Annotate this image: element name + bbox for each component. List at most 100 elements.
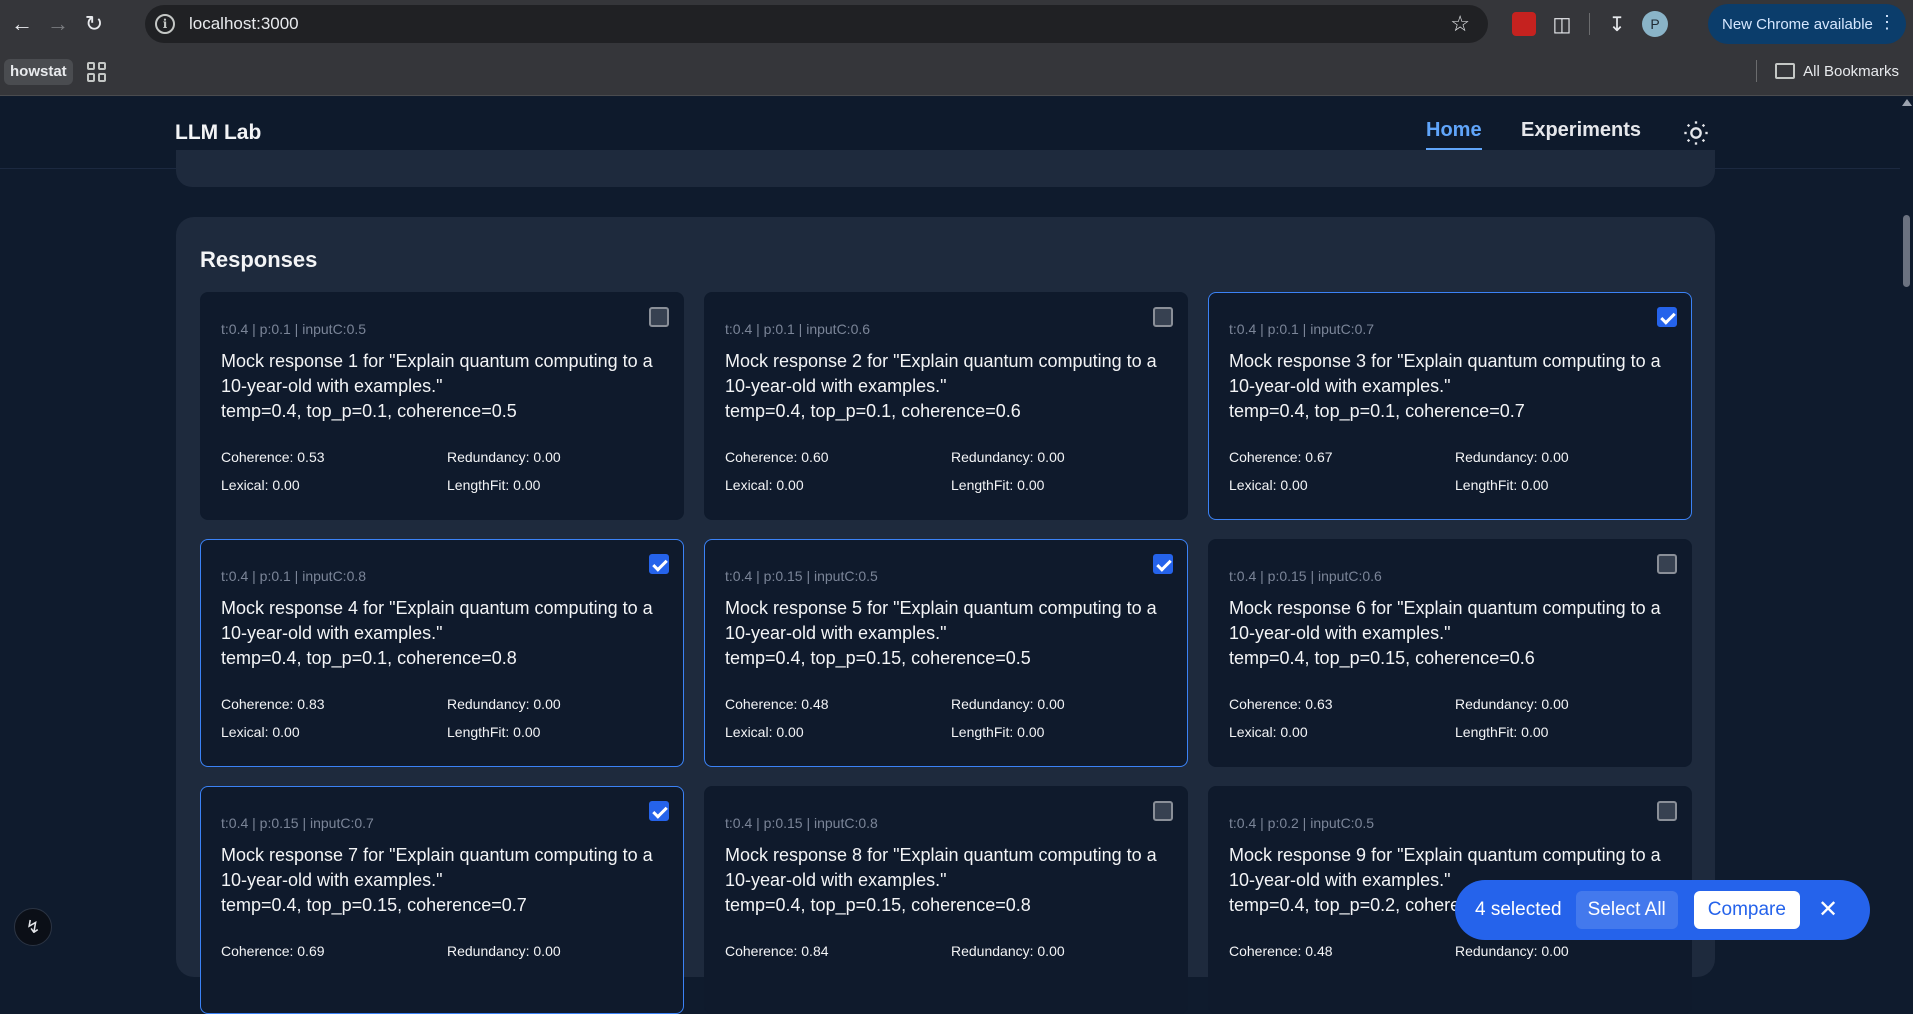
response-card[interactable]: t:0.4 | p:0.1 | inputC:0.5 Mock response … [200, 292, 684, 520]
response-line: Mock response 2 for "Explain quantum com… [725, 351, 1157, 396]
apps-grid-icon[interactable] [86, 61, 107, 82]
all-bookmarks-button[interactable]: All Bookmarks [1756, 60, 1899, 82]
metric-redundancy: Redundancy: 0.00 [447, 943, 561, 959]
response-settings: temp=0.4, top_p=0.15, coherence=0.8 [725, 895, 1031, 915]
response-metrics: Coherence: 0.69 Redundancy: 0.00 [221, 943, 661, 971]
metric-lexical: Lexical: 0.00 [725, 724, 804, 740]
forward-icon[interactable]: → [40, 6, 76, 42]
response-text: Mock response 7 for "Explain quantum com… [221, 843, 671, 918]
response-params: t:0.4 | p:0.1 | inputC:0.8 [221, 568, 367, 584]
metric-coherence: Coherence: 0.84 [725, 943, 829, 959]
response-card[interactable]: t:0.4 | p:0.15 | inputC:0.7 Mock response… [200, 786, 684, 1014]
metric-redundancy: Redundancy: 0.00 [951, 449, 1065, 465]
reload-icon[interactable]: ↻ [76, 6, 112, 42]
kebab-menu-icon[interactable]: ⋮ [1878, 12, 1896, 33]
dev-tools-bolt-icon[interactable]: ↯ [14, 908, 52, 946]
chrome-update-label: New Chrome available [1722, 15, 1873, 33]
response-settings: temp=0.4, top_p=0.15, coherence=0.7 [221, 895, 527, 915]
response-text: Mock response 2 for "Explain quantum com… [725, 349, 1175, 424]
response-checkbox[interactable] [1657, 554, 1677, 574]
nav-home[interactable]: Home [1426, 119, 1482, 150]
url-text[interactable]: localhost:3000 [189, 14, 299, 34]
response-text: Mock response 6 for "Explain quantum com… [1229, 596, 1679, 671]
nav-experiments[interactable]: Experiments [1521, 119, 1641, 142]
response-checkbox[interactable] [1657, 307, 1677, 327]
metric-redundancy: Redundancy: 0.00 [447, 449, 561, 465]
brand-logo[interactable]: LLM Lab [175, 121, 261, 145]
extensions-puzzle-icon[interactable]: ◫ [1543, 5, 1581, 43]
response-line: Mock response 3 for "Explain quantum com… [1229, 351, 1661, 396]
response-metrics: Coherence: 0.63 Redundancy: 0.00 Lexical: … [1229, 696, 1669, 740]
metric-lexical: Lexical: 0.00 [1229, 477, 1308, 493]
response-metrics: Coherence: 0.83 Redundancy: 0.00 Lexical: … [221, 696, 661, 740]
response-text: Mock response 8 for "Explain quantum com… [725, 843, 1175, 918]
bookmarks-divider [1756, 60, 1758, 82]
response-card[interactable]: t:0.4 | p:0.1 | inputC:0.7 Mock response … [1208, 292, 1692, 520]
selection-toolbar: 4 selected Select All Compare ✕ [1455, 880, 1870, 940]
response-checkbox[interactable] [649, 801, 669, 821]
back-icon[interactable]: ← [4, 6, 40, 42]
response-line: Mock response 4 for "Explain quantum com… [221, 598, 653, 643]
response-checkbox[interactable] [1153, 801, 1173, 821]
response-settings: temp=0.4, top_p=0.15, coherence=0.5 [725, 648, 1031, 668]
response-metrics: Coherence: 0.53 Redundancy: 0.00 Lexical: … [221, 449, 661, 493]
scroll-thumb[interactable] [1903, 215, 1910, 287]
address-bar[interactable]: i localhost:3000 ☆ [145, 5, 1488, 43]
responses-panel: Responses t:0.4 | p:0.1 | inputC:0.5 Mock… [176, 217, 1715, 1014]
bookmark-star-icon[interactable]: ☆ [1450, 11, 1470, 37]
metric-coherence: Coherence: 0.63 [1229, 696, 1333, 712]
page-scrollbar[interactable] [1900, 97, 1913, 959]
response-metrics: Coherence: 0.48 Redundancy: 0.00 [1229, 943, 1669, 971]
response-checkbox[interactable] [1153, 307, 1173, 327]
select-all-button[interactable]: Select All [1575, 891, 1678, 929]
response-params: t:0.4 | p:0.15 | inputC:0.5 [725, 568, 878, 584]
close-icon[interactable]: ✕ [1818, 898, 1838, 922]
metric-redundancy: Redundancy: 0.00 [951, 943, 1065, 959]
download-icon[interactable]: ↧ [1598, 5, 1636, 43]
response-card[interactable]: t:0.4 | p:0.15 | inputC:0.6 Mock response… [1208, 539, 1692, 767]
metric-redundancy: Redundancy: 0.00 [1455, 696, 1569, 712]
response-card[interactable]: t:0.4 | p:0.15 | inputC:0.8 Mock response… [704, 786, 1188, 1014]
response-card[interactable]: t:0.4 | p:0.15 | inputC:0.5 Mock response… [704, 539, 1188, 767]
toolbar-divider [1589, 13, 1590, 35]
selected-count: 4 selected [1475, 899, 1562, 920]
response-text: Mock response 1 for "Explain quantum com… [221, 349, 671, 424]
scroll-up-icon[interactable] [1902, 99, 1912, 106]
response-settings: temp=0.4, top_p=0.15, coherence=0.6 [1229, 648, 1535, 668]
response-params: t:0.4 | p:0.1 | inputC:0.5 [221, 321, 367, 337]
profile-avatar[interactable]: P [1642, 11, 1668, 37]
response-checkbox[interactable] [1657, 801, 1677, 821]
chrome-update-button[interactable]: New Chrome available ⋮ [1708, 4, 1906, 44]
metric-lexical: Lexical: 0.00 [221, 724, 300, 740]
response-card[interactable]: t:0.4 | p:0.1 | inputC:0.8 Mock response … [200, 539, 684, 767]
response-text: Mock response 4 for "Explain quantum com… [221, 596, 671, 671]
response-line: Mock response 5 for "Explain quantum com… [725, 598, 1157, 643]
all-bookmarks-label: All Bookmarks [1803, 62, 1899, 80]
bookmark-howstat[interactable]: howstat [4, 58, 73, 85]
response-params: t:0.4 | p:0.1 | inputC:0.6 [725, 321, 871, 337]
response-params: t:0.4 | p:0.15 | inputC:0.8 [725, 815, 878, 831]
metric-lexical: Lexical: 0.00 [725, 477, 804, 493]
response-params: t:0.4 | p:0.1 | inputC:0.7 [1229, 321, 1375, 337]
response-line: Mock response 6 for "Explain quantum com… [1229, 598, 1661, 643]
response-params: t:0.4 | p:0.15 | inputC:0.7 [221, 815, 374, 831]
response-checkbox[interactable] [1153, 554, 1173, 574]
metric-lengthfit: LengthFit: 0.00 [447, 724, 541, 740]
theme-toggle-sun-icon[interactable] [1682, 119, 1710, 147]
metric-redundancy: Redundancy: 0.00 [447, 696, 561, 712]
response-checkbox[interactable] [649, 307, 669, 327]
metric-coherence: Coherence: 0.53 [221, 449, 325, 465]
response-params: t:0.4 | p:0.15 | inputC:0.6 [1229, 568, 1382, 584]
extension-red-icon[interactable] [1505, 5, 1543, 43]
site-info-icon[interactable]: i [155, 14, 175, 34]
compare-button[interactable]: Compare [1693, 891, 1800, 929]
response-card[interactable]: t:0.4 | p:0.1 | inputC:0.6 Mock response … [704, 292, 1188, 520]
metric-coherence: Coherence: 0.48 [1229, 943, 1333, 959]
response-params: t:0.4 | p:0.2 | inputC:0.5 [1229, 815, 1375, 831]
metric-lengthfit: LengthFit: 0.00 [447, 477, 541, 493]
browser-toolbar: ← → ↻ i localhost:3000 ☆ ◫ ↧ P New Chrom… [0, 0, 1913, 48]
folder-icon [1775, 63, 1796, 79]
response-line: Mock response 8 for "Explain quantum com… [725, 845, 1157, 890]
response-checkbox[interactable] [649, 554, 669, 574]
metric-coherence: Coherence: 0.60 [725, 449, 829, 465]
